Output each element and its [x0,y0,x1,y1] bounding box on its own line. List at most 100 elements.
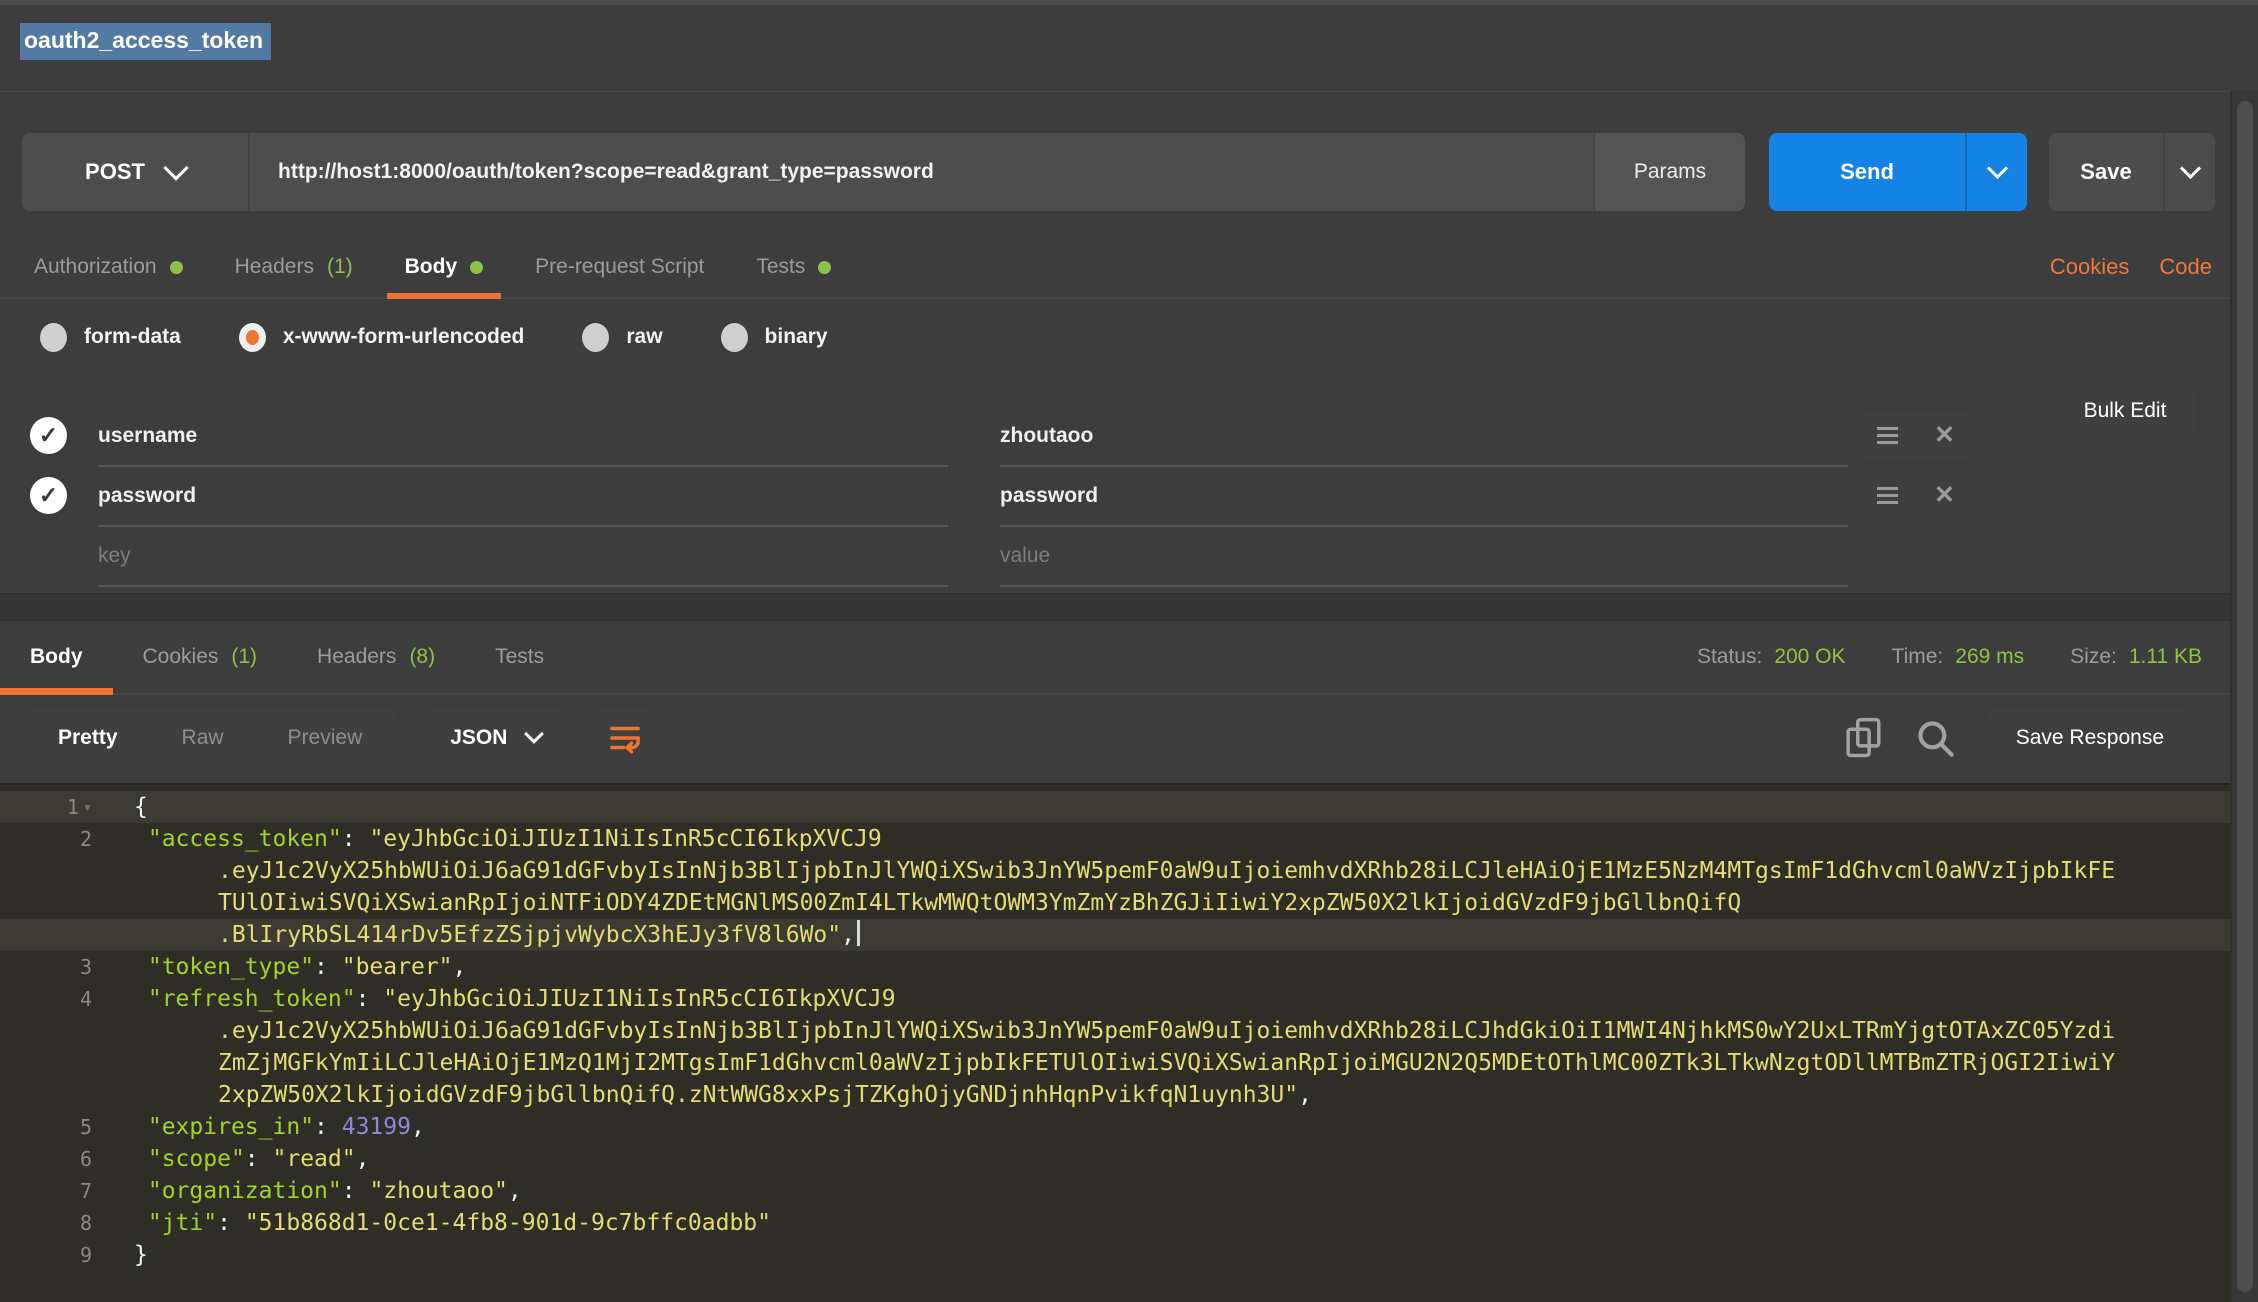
line-number: 7 [0,1175,98,1207]
code-text: TUlOIiwiSVQiXSwianRpIjoiNTFiODY4ZDEtMGNl… [98,887,1741,919]
cookies-link[interactable]: Cookies [2050,254,2129,280]
code-line-10[interactable]: 2xpZW50X2lkIjoidGVzdF9jbGllbnQifQ.zNtWWG… [0,1079,2232,1111]
search-button[interactable] [1914,716,1956,760]
line-number: 8 [0,1207,98,1239]
url-input[interactable]: http://host1:8000/oauth/token?scope=read… [250,133,1593,211]
key-field[interactable]: password [98,467,948,527]
response-tab-headers[interactable]: Headers(8) [287,621,465,693]
radio-icon[interactable] [40,323,67,352]
status-dot-icon [470,261,483,274]
params-button[interactable]: Params [1593,133,1745,211]
status-dot-icon [170,261,183,274]
code-text: { [98,791,148,823]
code-line-12[interactable]: 6 "scope": "read", [0,1143,2232,1175]
radio-icon[interactable] [239,323,266,352]
scrollbar[interactable] [2230,91,2258,1302]
body-mode-label: x-www-form-urlencoded [283,325,525,349]
form-row-3: key value [0,527,2258,587]
save-button[interactable]: Save [2049,133,2215,211]
value-field[interactable]: zhoutaoo [1000,407,1848,467]
send-options-button[interactable] [1965,133,2027,211]
code-link[interactable]: Code [2159,254,2212,280]
request-tab-tests[interactable]: Tests [730,237,857,297]
line-number: 5 [0,1111,98,1143]
row-checkbox[interactable]: ✓ [30,477,67,514]
response-body-editor[interactable]: 1▾{2 "access_token": "eyJhbGciOiJIUzI1Ni… [0,783,2232,1302]
copy-button[interactable] [1842,715,1884,761]
save-response-button[interactable]: Save Response [1986,709,2194,767]
body-mode-raw[interactable]: raw [582,323,662,352]
method-select[interactable]: POST [22,133,250,211]
code-line-9[interactable]: ZmZjMGFkYmIiLCJleHAiOjE1MzQ1MjI2MTgsImF1… [0,1047,2232,1079]
send-button[interactable]: Send [1769,133,2027,211]
line-number [0,1015,98,1047]
body-mode-binary[interactable]: binary [721,323,828,352]
request-tab-body[interactable]: Body [379,237,510,297]
code-text: "jti": "51b868d1-0ce1-4fb8-901d-9c7bffc0… [98,1207,771,1239]
key-field[interactable]: username [98,407,948,467]
code-line-1[interactable]: 1▾{ [0,791,2232,823]
code-line-3[interactable]: .eyJ1c2VyX25hbWUiOiJ6aG91dGFvbyIsInNjb3B… [0,855,2232,887]
code-line-8[interactable]: .eyJ1c2VyX25hbWUiOiJ6aG91dGFvbyIsInNjb3B… [0,1015,2232,1047]
drag-handle-icon[interactable] [1877,487,1898,504]
code-line-5[interactable]: .BlIryRbSL414rDv5EfzZSjpjvWybcX3hEJy3fV8… [0,919,2232,951]
format-select[interactable]: JSON [422,709,569,767]
body-mode-x-www-form-urlencoded[interactable]: x-www-form-urlencoded [239,323,525,352]
value-field[interactable]: value [1000,527,1848,587]
format-label: JSON [450,726,507,750]
code-text: .BlIryRbSL414rDv5EfzZSjpjvWybcX3hEJy3fV8… [98,919,860,951]
radio-icon[interactable] [721,323,748,352]
code-line-4[interactable]: TUlOIiwiSVQiXSwianRpIjoiNTFiODY4ZDEtMGNl… [0,887,2232,919]
save-options-button[interactable] [2163,133,2215,211]
value-field[interactable]: password [1000,467,1848,527]
line-number [0,1079,98,1111]
line-number: 2 [0,823,98,855]
response-tab-cookies[interactable]: Cookies(1) [113,621,288,693]
line-number [0,887,98,919]
body-mode-label: binary [765,325,828,349]
delete-row-icon[interactable]: ✕ [1934,423,1955,448]
request-title[interactable]: oauth2_access_token [20,23,271,60]
wrap-lines-button[interactable] [593,709,657,767]
view-mode-raw[interactable]: Raw [150,709,256,767]
bulk-edit-button[interactable]: Bulk Edit [2055,383,2195,439]
code-text: .eyJ1c2VyX25hbWUiOiJ6aG91dGFvbyIsInNjb3B… [98,1015,2115,1047]
request-tab-authorization[interactable]: Authorization [8,237,209,297]
code-text: "refresh_token": "eyJhbGciOiJIUzI1NiIsIn… [98,983,896,1015]
request-tab-pre-request-script[interactable]: Pre-request Script [509,237,730,297]
drag-handle-icon[interactable] [1877,427,1898,444]
code-line-14[interactable]: 8 "jti": "51b868d1-0ce1-4fb8-901d-9c7bff… [0,1207,2232,1239]
scrollbar-thumb[interactable] [2237,101,2253,1292]
body-mode-label: form-data [84,325,181,349]
code-line-13[interactable]: 7 "organization": "zhoutaoo", [0,1175,2232,1207]
view-mode-pretty[interactable]: Pretty [26,709,150,767]
view-mode-preview[interactable]: Preview [256,709,395,767]
key-field[interactable]: key [98,527,948,587]
response-tab-tests[interactable]: Tests [465,621,574,693]
search-icon [1914,716,1956,760]
code-line-15[interactable]: 9} [0,1239,2232,1271]
code-text: ZmZjMGFkYmIiLCJleHAiOjE1MzQ1MjI2MTgsImF1… [98,1047,2115,1079]
code-line-7[interactable]: 4 "refresh_token": "eyJhbGciOiJIUzI1NiIs… [0,983,2232,1015]
fold-caret-icon[interactable]: ▾ [83,791,92,823]
request-tab-headers[interactable]: Headers(1) [209,237,379,297]
body-mode-form-data[interactable]: form-data [40,323,181,352]
key-text: username [98,424,197,448]
radio-icon[interactable] [582,323,609,352]
meta-label: Size: [2070,645,2117,669]
form-data-editor: ✓ username zhoutaoo ✕ ✓ password password ✕ keyv… [0,407,2258,587]
code-line-11[interactable]: 5 "expires_in": 43199, [0,1111,2232,1143]
form-row-1: ✓ username zhoutaoo ✕ [0,407,2258,467]
tab-label: Headers [317,645,396,669]
code-line-6[interactable]: 3 "token_type": "bearer", [0,951,2232,983]
tab-label: Body [405,255,458,279]
response-size: Size:1.11 KB [2070,645,2202,669]
code-line-2[interactable]: 2 "access_token": "eyJhbGciOiJIUzI1NiIsI… [0,823,2232,855]
row-checkbox[interactable]: ✓ [30,417,67,454]
code-text: "scope": "read", [98,1143,369,1175]
delete-row-icon[interactable]: ✕ [1934,483,1955,508]
status-dot-icon [818,261,831,274]
response-tab-body[interactable]: Body [0,621,113,693]
tab-label: Tests [495,645,544,669]
code-text: 2xpZW50X2lkIjoidGVzdF9jbGllbnQifQ.zNtWWG… [98,1079,1312,1111]
